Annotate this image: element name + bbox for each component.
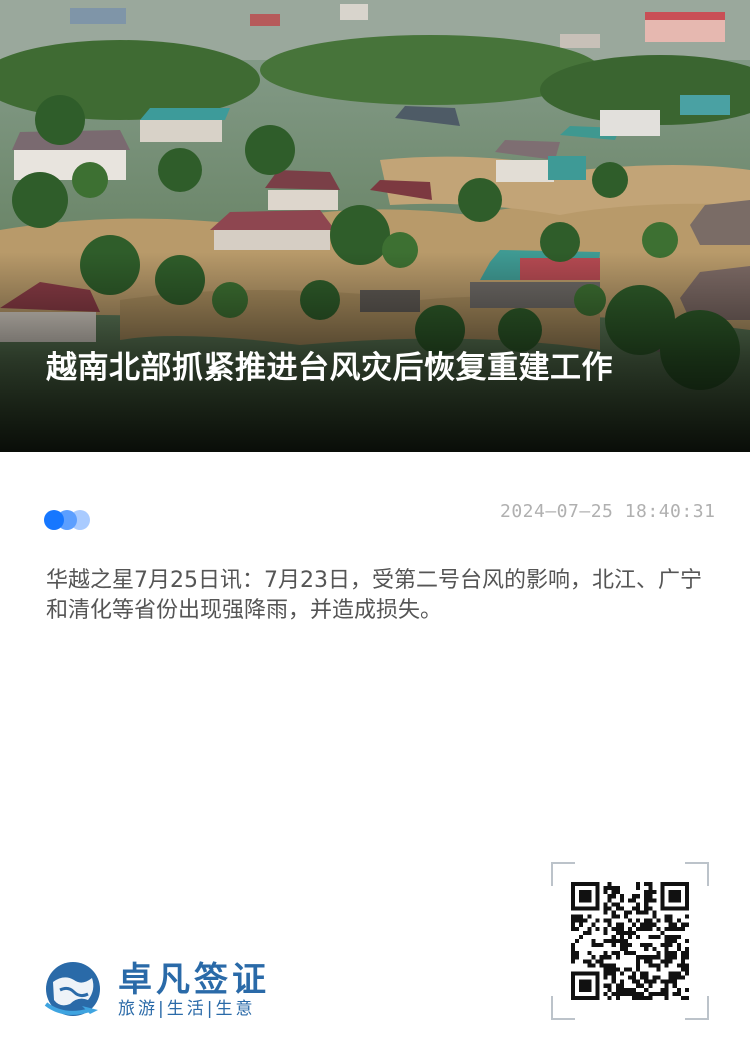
article-body: 华越之星7月25日讯：7月23日，受第二号台风的影响，北江、广宁和清化等省份出现… [46, 568, 702, 623]
publish-datetime: 2024—07—25 18:40:31 [500, 501, 716, 522]
article-title: 越南北部抓紧推进台风灾后恢复重建工作 [46, 350, 613, 386]
dot-active [44, 510, 64, 530]
qr-code-icon[interactable] [571, 882, 689, 1000]
brand-block: 卓凡签证 旅游|生活|生意 [44, 958, 344, 1028]
globe-plane-logo [44, 962, 100, 1016]
qr-code-frame [551, 862, 709, 1020]
carousel-dots-icon [44, 510, 104, 532]
brand-slogan: 旅游|生活|生意 [118, 999, 256, 1019]
hero-image: 越南北部抓紧推进台风灾后恢复重建工作 [0, 0, 750, 452]
